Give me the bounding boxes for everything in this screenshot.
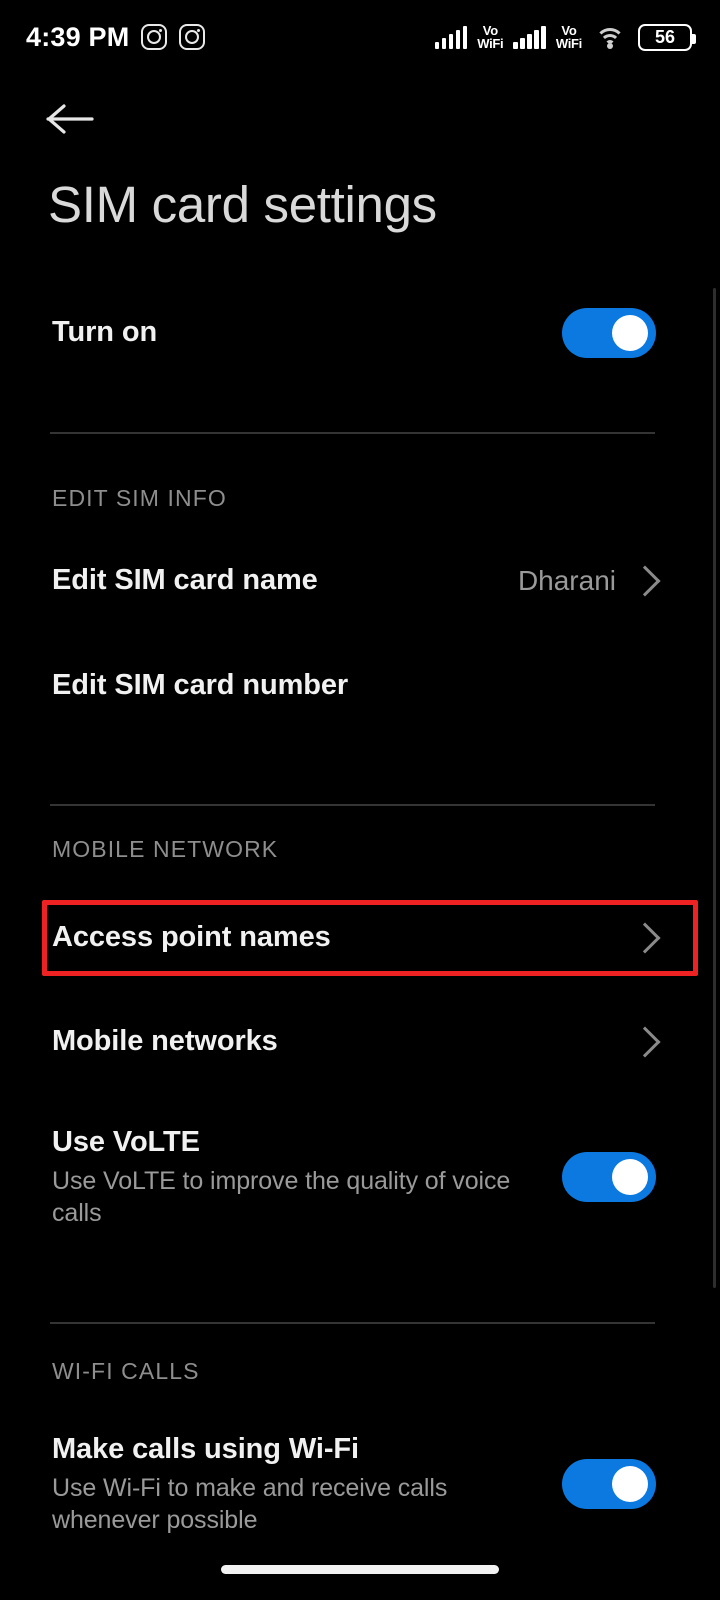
divider (50, 1322, 655, 1324)
divider (50, 804, 655, 806)
chevron-right-icon (629, 922, 661, 954)
home-indicator[interactable] (221, 1565, 499, 1574)
row-edit-sim-card-name-title: Edit SIM card name (52, 564, 318, 597)
chevron-right-icon (629, 1026, 661, 1058)
row-turn-on-title: Turn on (52, 316, 158, 349)
sim-card-settings-screen: 4:39 PM Vo WiFi Vo WiFi 56 SIM card sett… (0, 0, 720, 1600)
row-access-point-names-title: Access point names (52, 921, 331, 954)
row-make-calls-using-wifi[interactable]: Make calls using Wi-Fi Use Wi-Fi to make… (0, 1425, 720, 1543)
turn-on-toggle[interactable] (562, 308, 656, 358)
row-access-point-names-text: Access point names (52, 920, 634, 955)
row-use-volte-subtitle: Use VoLTE to improve the quality of voic… (52, 1167, 511, 1227)
divider (50, 432, 655, 434)
section-header-edit-sim-info: EDIT SIM INFO (52, 485, 227, 511)
section-header-mobile-network: MOBILE NETWORK (52, 836, 279, 862)
row-edit-sim-card-name[interactable]: Edit SIM card name Dharani (0, 552, 720, 610)
settings-list: Turn on EDIT SIM INFO Edit SIM card name… (0, 0, 720, 1600)
row-make-calls-using-wifi-subtitle: Use Wi-Fi to make and receive calls when… (52, 1474, 448, 1534)
use-volte-toggle[interactable] (562, 1152, 656, 1202)
row-use-volte[interactable]: Use VoLTE Use VoLTE to improve the quali… (0, 1118, 720, 1236)
row-mobile-networks[interactable]: Mobile networks (0, 1012, 720, 1072)
make-calls-using-wifi-toggle[interactable] (562, 1459, 656, 1509)
row-edit-sim-card-number-text: Edit SIM card number (52, 668, 656, 703)
row-access-point-names[interactable]: Access point names (0, 908, 720, 968)
vertical-scrollbar[interactable] (713, 288, 716, 1288)
chevron-right-icon (629, 565, 661, 597)
row-turn-on[interactable]: Turn on (0, 303, 720, 363)
row-edit-sim-card-name-text: Edit SIM card name (52, 563, 518, 598)
section-header-wifi-calls: WI-FI CALLS (52, 1358, 200, 1384)
row-make-calls-using-wifi-text: Make calls using Wi-Fi Use Wi-Fi to make… (52, 1432, 562, 1536)
row-use-volte-text: Use VoLTE Use VoLTE to improve the quali… (52, 1125, 562, 1229)
row-mobile-networks-title: Mobile networks (52, 1025, 278, 1058)
row-mobile-networks-text: Mobile networks (52, 1024, 634, 1059)
row-use-volte-title: Use VoLTE (52, 1125, 200, 1158)
row-edit-sim-card-number-title: Edit SIM card number (52, 669, 349, 702)
row-turn-on-text: Turn on (52, 315, 562, 350)
row-edit-sim-card-name-value: Dharani (517, 565, 616, 596)
row-make-calls-using-wifi-title: Make calls using Wi-Fi (52, 1432, 359, 1465)
row-edit-sim-card-number[interactable]: Edit SIM card number (0, 657, 720, 715)
